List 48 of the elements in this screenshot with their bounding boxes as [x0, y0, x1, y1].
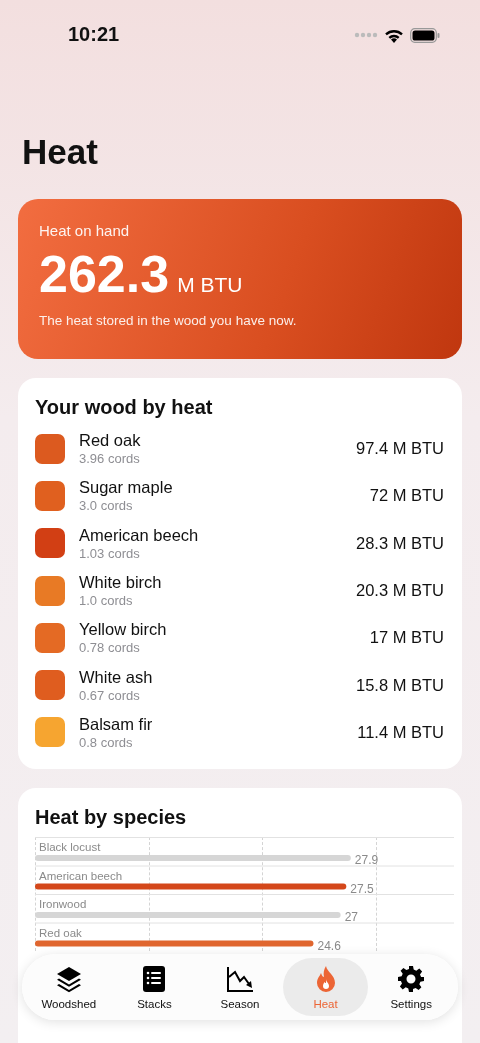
wifi-icon	[384, 27, 404, 43]
species-name: Yellow birch	[79, 620, 167, 640]
species-name: White birch	[79, 573, 162, 593]
bar-value: 27	[344, 910, 358, 924]
list-icon	[142, 964, 167, 993]
card-title: Your wood by heat	[35, 396, 213, 419]
heat-amount: 20.3 M BTU	[355, 581, 444, 601]
heat-amount: 17 M BTU	[369, 628, 444, 648]
species-name: American beech	[79, 525, 199, 545]
card-title: Heat by species	[35, 806, 187, 829]
summary-label: Heat on hand	[39, 222, 130, 239]
heat-unit: M BTU	[177, 273, 243, 297]
bar-label: Red oak	[39, 926, 82, 939]
bar-value: 27.5	[350, 881, 374, 896]
species-name: Red oak	[79, 431, 141, 451]
bar-label: Ironwood	[39, 898, 87, 910]
species-name: White ash	[79, 667, 153, 687]
heat-amount: 28.3 M BTU	[355, 533, 444, 553]
heat-amount: 11.4 M BTU	[357, 722, 444, 742]
cord-amount: 1.03 cords	[79, 545, 140, 561]
tab[interactable]: Settings	[368, 958, 454, 1016]
bar-value: 27.9	[354, 853, 379, 867]
heat-value: 262.3	[39, 244, 170, 304]
heat-amount: 72 M BTU	[369, 486, 444, 506]
species-name: Sugar maple	[79, 478, 173, 498]
summary-caption: The heat stored in the wood you have now.	[39, 313, 297, 328]
tab[interactable]: Woodshed	[26, 958, 112, 1016]
cord-amount: 0.78 cords	[79, 640, 140, 656]
signal-icon	[354, 32, 378, 38]
cord-amount: 0.8 cords	[79, 734, 133, 750]
heat-amount: 15.8 M BTU	[355, 675, 444, 695]
cord-amount: 3.96 cords	[79, 451, 140, 467]
layers-icon	[54, 964, 83, 993]
cord-amount: 0.67 cords	[79, 687, 140, 703]
status-time: 10:21	[68, 22, 120, 46]
heat-amount: 97.4 M BTU	[355, 439, 444, 459]
cord-amount: 3.0 cords	[79, 498, 133, 514]
bar-label: Black locust	[39, 841, 101, 853]
species-name: Balsam fir	[79, 714, 153, 734]
battery-icon	[410, 27, 440, 43]
page-title: Heat	[22, 132, 98, 172]
tab[interactable]: Season	[197, 958, 283, 1016]
line-chart-icon	[226, 964, 254, 993]
bar-label: American beech	[39, 869, 123, 882]
tab[interactable]: Stacks	[111, 958, 198, 1016]
settings-icon	[397, 964, 426, 993]
cord-amount: 1.0 cords	[79, 593, 133, 609]
bar-value: 24.6	[317, 938, 341, 953]
